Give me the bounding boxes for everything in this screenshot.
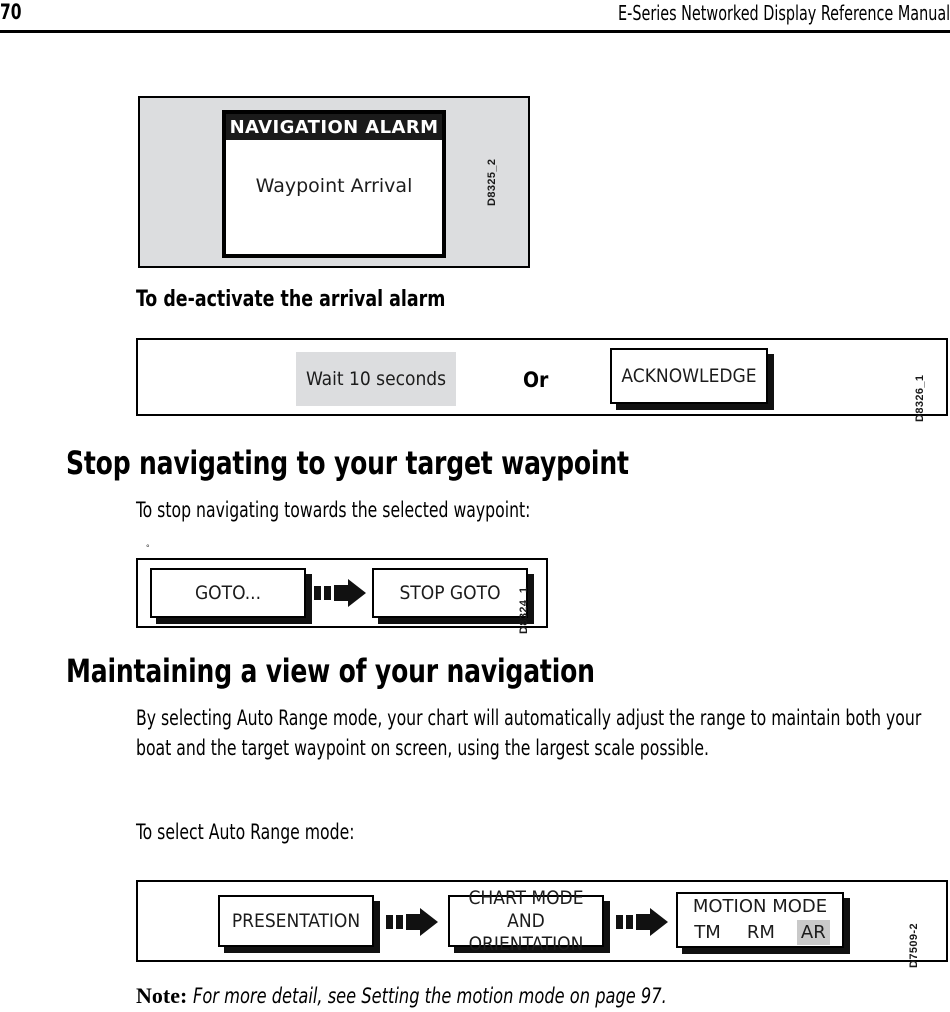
chart-mode-and-orientation-button[interactable]: CHART MODE AND ORIENTATION [448, 887, 604, 955]
figure-auto-range-steps: PRESENTATION CHART MODE AND ORIENTATION … [136, 880, 948, 968]
heading-stop-navigating: Stop navigating to your target waypoint [66, 444, 629, 482]
alarm-dialog-message: Waypoint Arrival [255, 175, 413, 197]
motion-mode-option-tm[interactable]: TM [690, 920, 725, 945]
heading-deactivate-alarm: To de-activate the arrival alarm [136, 287, 446, 312]
navigation-alarm-dialog: NAVIGATION ALARM Waypoint Arrival [222, 110, 446, 258]
figure-stop-goto: GOTO... STOP GOTO D8324_1 [136, 558, 548, 634]
note-label: Note: [136, 983, 188, 1008]
manual-title: E-Series Networked Display Reference Man… [617, 1, 950, 25]
or-conjunction: Or [523, 368, 549, 392]
wait-10-seconds-option: Wait 10 seconds [296, 352, 456, 406]
text-stop-navigating-intro: To stop navigating towards the selected … [136, 498, 531, 522]
chart-mode-label-line2: ORIENTATION [468, 932, 584, 955]
presentation-button[interactable]: PRESENTATION [218, 895, 374, 947]
goto-button[interactable]: GOTO... [150, 568, 306, 618]
text-select-auto-range-intro: To select Auto Range mode: [136, 820, 355, 844]
stop-goto-button[interactable]: STOP GOTO [372, 568, 528, 618]
motion-mode-button[interactable]: MOTION MODE TM RM AR [676, 892, 844, 948]
figure-id-deactivate: D8326_1 [914, 374, 926, 422]
motion-mode-option-rm[interactable]: RM [743, 920, 779, 945]
motion-mode-option-ar[interactable]: AR [796, 920, 830, 945]
alarm-dialog-title: NAVIGATION ALARM [226, 114, 442, 140]
heading-maintaining-view: Maintaining a view of your navigation [66, 652, 595, 690]
text-auto-range-paragraph: By selecting Auto Range mode, your chart… [136, 706, 922, 760]
step-arrow-icon [616, 908, 668, 936]
header-divider [0, 30, 950, 33]
figure-deactivate-alarm: Wait 10 seconds Or ACKNOWLEDGE D8326_1 [136, 338, 948, 422]
figure-id-alarm: D8325_2 [486, 158, 498, 206]
note-text: For more detail, see Setting the motion … [193, 984, 667, 1008]
figure-id-auto-range: D7509-2 [908, 923, 920, 968]
step-arrow-icon [386, 908, 438, 936]
motion-mode-options: TM RM AR [690, 920, 830, 945]
chart-mode-label-line1: CHART MODE AND [468, 886, 584, 932]
acknowledge-button[interactable]: ACKNOWLEDGE [610, 348, 768, 404]
figure-id-stop-goto: D8324_1 [518, 586, 530, 634]
note-line: Note: For more detail, see Setting the m… [136, 983, 744, 1009]
page-header: 70 E-Series Networked Display Reference … [0, 0, 950, 34]
figure-navigation-alarm: NAVIGATION ALARM Waypoint Arrival D8325_… [138, 96, 530, 268]
motion-mode-title: MOTION MODE [692, 896, 828, 917]
stray-degree-mark: ° [146, 543, 150, 553]
step-arrow-icon [314, 579, 366, 607]
page-number: 70 [0, 0, 22, 24]
